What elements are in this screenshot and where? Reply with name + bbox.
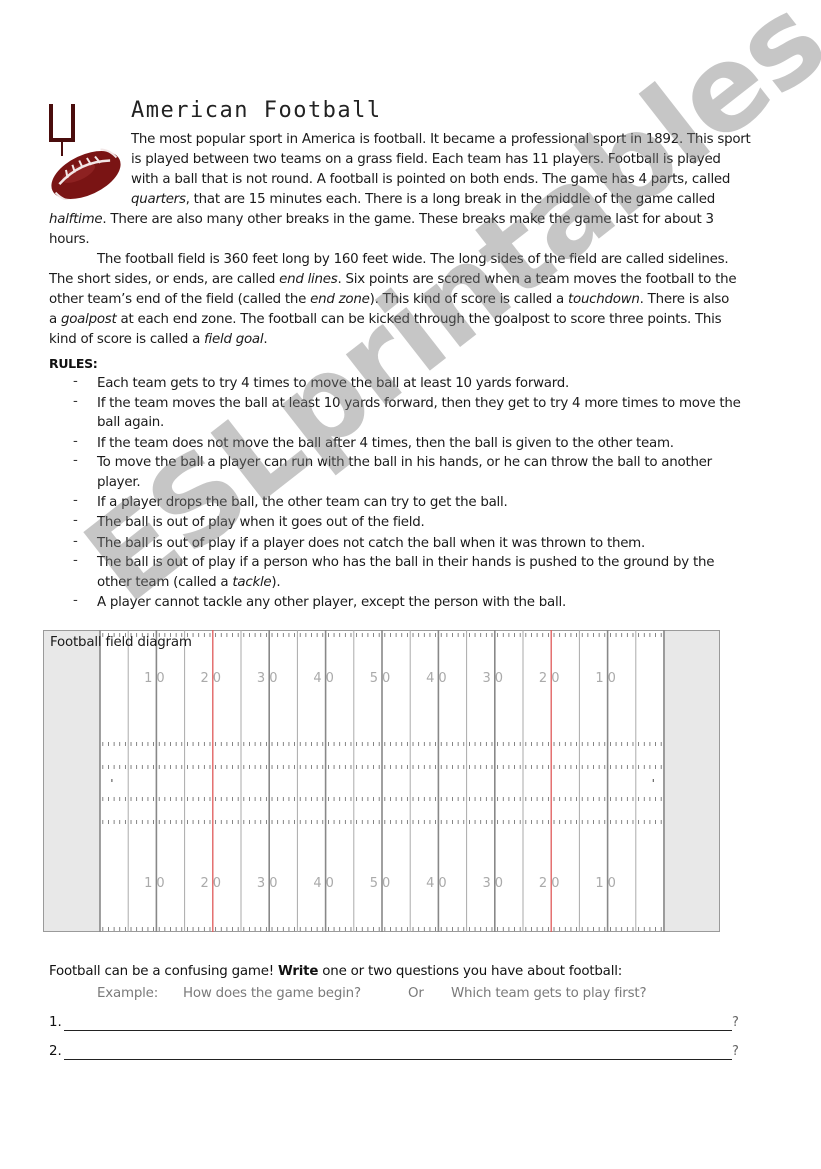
yard-number: 30 [257, 671, 282, 686]
rule-bullet: - [73, 593, 78, 608]
rule-item: If the team does not move the ball after… [97, 436, 674, 451]
rule-bullet: - [73, 453, 78, 468]
answer-2-question-mark: ? [732, 1044, 739, 1059]
example-label: Example: [97, 986, 159, 1001]
football-field-diagram: 10 10 20 20 30 30 40 40 50 50 40 40 30 30 20 20 10 10 Foo… [43, 630, 720, 932]
rule-item: If a player drops the ball, the other te… [97, 495, 508, 510]
rule-item: A player cannot tackle any other player,… [97, 595, 566, 610]
rule-bullet: - [73, 394, 78, 409]
page-title: American Football [131, 98, 382, 123]
yard-number: 10 [595, 671, 620, 686]
rule-item: The ball is out of play when it goes out… [97, 515, 425, 530]
field-markings: 10 10 20 20 30 30 40 40 50 50 40 40 30 30 20 20 10 10 [99, 630, 665, 932]
example-question-1: How does the game begin? [183, 986, 361, 1001]
yard-number: 20 [539, 876, 564, 891]
rule-item: The ball is out of play if a person who … [97, 555, 715, 570]
prompt-write-emphasis: Write [278, 964, 319, 979]
rule-bullet: - [73, 434, 78, 449]
yard-number: 10 [144, 876, 169, 891]
term-end-lines: end lines [279, 272, 338, 287]
answer-2-number: 2. [49, 1044, 62, 1059]
rules-heading: RULES: [49, 356, 98, 371]
rule-bullet: - [73, 493, 78, 508]
rule-item: Each team gets to try 4 times to move th… [97, 376, 570, 391]
yard-number: 50 [370, 876, 395, 891]
example-question-2: Which team gets to play first? [451, 986, 647, 1001]
rule-bullet: - [73, 513, 78, 528]
yard-number: 10 [595, 876, 620, 891]
yard-number: 30 [483, 671, 508, 686]
field-diagram-label: Football field diagram [50, 635, 192, 650]
term-tackle: tackle [232, 575, 272, 590]
field-para-line-2: The short sides, or ends, are called end… [49, 272, 737, 287]
field-para-line-4: a goalpost at each end zone. The footbal… [49, 312, 722, 327]
intro-line-3: with a ball that is not round. A footbal… [131, 172, 731, 187]
answer-1-field[interactable] [64, 1030, 732, 1031]
rule-item-continued: ball again. [97, 415, 165, 430]
intro-line-2: is played between two teams on a grass f… [131, 152, 721, 167]
field-para-line-3: other team’s end of the field (called th… [49, 292, 730, 307]
rule-item-continued: other team (called a tackle). [97, 575, 281, 590]
yard-number: 50 [370, 671, 395, 686]
field-para-line-1: The football field is 360 feet long by 1… [97, 252, 729, 267]
term-goalpost: goalpost [60, 312, 117, 327]
yard-number: 20 [201, 876, 226, 891]
rule-bullet: - [73, 553, 78, 568]
answer-1-question-mark: ? [732, 1015, 739, 1030]
rule-item: To move the ball a player can run with t… [97, 455, 712, 470]
rule-bullet: - [73, 374, 78, 389]
intro-line-4: quarters, that are 15 minutes each. Ther… [131, 192, 716, 207]
yard-number: 40 [313, 671, 338, 686]
rule-item: The ball is out of play if a player does… [97, 536, 645, 551]
rule-bullet: - [73, 534, 78, 549]
term-quarters: quarters [131, 192, 186, 207]
hash-dot [652, 779, 654, 782]
questions-prompt: Football can be a confusing game! Write … [49, 964, 623, 979]
hash-dot [111, 779, 113, 782]
answer-2-field[interactable] [64, 1059, 732, 1060]
intro-line-6: hours. [49, 232, 90, 247]
term-halftime: halftime [49, 212, 103, 227]
yard-number: 30 [257, 876, 282, 891]
rule-item: If the team moves the ball at least 10 y… [97, 396, 741, 411]
yard-number: 20 [539, 671, 564, 686]
rule-item-continued: player. [97, 475, 141, 490]
yard-number: 40 [426, 671, 451, 686]
term-end-zone: end zone [310, 292, 370, 307]
football-goalpost-icon [46, 100, 124, 202]
intro-line-1: The most popular sport in America is foo… [131, 132, 751, 147]
term-field-goal: field goal [204, 332, 264, 347]
yard-number: 40 [426, 876, 451, 891]
yard-number: 30 [483, 876, 508, 891]
field-para-line-5: kind of score is called a field goal. [49, 332, 268, 347]
yard-number: 20 [201, 671, 226, 686]
yard-number: 40 [313, 876, 338, 891]
answer-1-number: 1. [49, 1015, 62, 1030]
term-touchdown: touchdown [568, 292, 640, 307]
yard-number: 10 [144, 671, 169, 686]
example-or: Or [408, 986, 424, 1001]
intro-line-5: halftime. There are also many other brea… [49, 212, 714, 227]
